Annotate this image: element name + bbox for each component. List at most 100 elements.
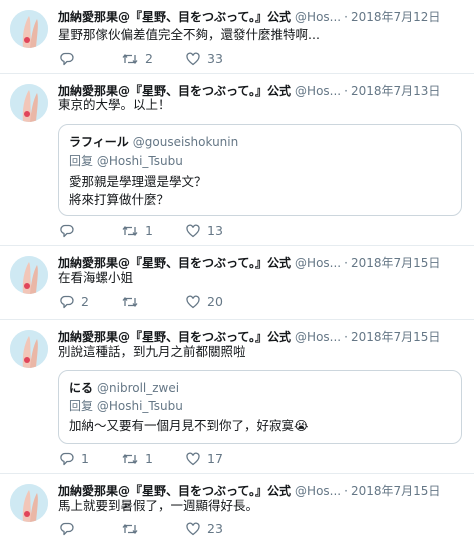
quoted-text-line: 愛那親是學理還是學文？	[69, 174, 207, 189]
reply-icon	[60, 295, 74, 309]
author-name[interactable]: 加納愛那果@『星野、目をつぶって。』公式	[58, 256, 291, 270]
retweet-button[interactable]	[122, 293, 145, 311]
avatar[interactable]	[10, 484, 48, 522]
separator-dot: ·	[344, 330, 348, 344]
reply-prefix: 回复	[69, 399, 94, 413]
reply-icon	[60, 52, 74, 66]
retweet-count: 2	[145, 51, 153, 66]
retweet-count: 1	[145, 451, 153, 466]
tweet-text-line: 別說這種話，到九月之前都關照啦	[58, 344, 246, 359]
tweet-text: 在看海螺小姐	[58, 269, 464, 286]
reply-mention[interactable]: @Hoshi_Tsubu	[97, 399, 183, 413]
separator-dot: ·	[344, 10, 348, 24]
like-icon	[186, 522, 200, 536]
quoted-author-name[interactable]: にる	[69, 381, 93, 395]
tweet-date[interactable]: 2018年7月15日	[351, 256, 440, 270]
author-name[interactable]: 加納愛那果@『星野、目をつぶって。』公式	[58, 484, 291, 498]
retweet-count: 1	[145, 223, 153, 238]
reply-icon	[60, 452, 74, 466]
tweet-text: 別說這種話，到九月之前都關照啦	[58, 343, 464, 360]
quoted-author-name[interactable]: ラフィール	[69, 135, 129, 149]
quoted-tweet[interactable]: ラフィール @gouseishokunin 回复 @Hoshi_Tsubu 愛那親…	[58, 124, 462, 216]
quoted-author: にる @nibroll_zwei	[69, 380, 179, 397]
tweet[interactable]: 加納愛那果@『星野、目をつぶって。』公式 @Hos... · 2018年7月12日 星…	[0, 0, 474, 74]
retweet-icon	[122, 523, 138, 535]
tweet[interactable]: 加納愛那果@『星野、目をつぶって。』公式 @Hos... · 2018年7月15日 馬…	[0, 474, 474, 544]
quoted-author-handle[interactable]: @nibroll_zwei	[97, 381, 179, 395]
tweet-text-line: 在看海螺小姐	[58, 270, 134, 285]
like-count: 23	[207, 521, 223, 536]
tweet-date[interactable]: 2018年7月15日	[351, 484, 440, 498]
like-count: 13	[207, 223, 223, 238]
tweet-text: 東京的大學。以上！	[58, 96, 464, 113]
avatar[interactable]	[10, 330, 48, 368]
author-handle[interactable]: @Hos...	[295, 484, 341, 498]
avatar-image	[10, 84, 48, 122]
like-icon	[186, 224, 200, 238]
tweet-text: 星野那傢伙偏差值完全不夠，還發什麼推特啊...	[58, 26, 464, 43]
avatar-image	[10, 484, 48, 522]
quoted-reply-context: 回复 @Hoshi_Tsubu	[69, 398, 183, 415]
like-button[interactable]: 13	[186, 222, 223, 240]
reply-button[interactable]	[60, 50, 81, 68]
like-button[interactable]: 20	[186, 293, 223, 311]
quoted-reply-context: 回复 @Hoshi_Tsubu	[69, 153, 183, 170]
reply-button[interactable]: 2	[60, 293, 89, 311]
avatar[interactable]	[10, 10, 48, 48]
reply-count: 1	[81, 451, 89, 466]
author-handle[interactable]: @Hos...	[295, 10, 341, 24]
retweet-button[interactable]: 1	[122, 450, 153, 468]
tweet[interactable]: 加納愛那果@『星野、目をつぶって。』公式 @Hos... · 2018年7月15日 別…	[0, 320, 474, 474]
tweet[interactable]: 加納愛那果@『星野、目をつぶって。』公式 @Hos... · 2018年7月13日 東…	[0, 74, 474, 246]
retweet-button[interactable]: 2	[122, 50, 153, 68]
separator-dot: ·	[344, 256, 348, 270]
retweet-button[interactable]	[122, 520, 145, 538]
like-icon	[186, 52, 200, 66]
quoted-author: ラフィール @gouseishokunin	[69, 134, 238, 151]
like-icon	[186, 295, 200, 309]
reply-button[interactable]: 1	[60, 450, 89, 468]
separator-dot: ·	[344, 484, 348, 498]
like-count: 20	[207, 294, 223, 309]
reply-count: 2	[81, 294, 89, 309]
avatar-image	[10, 10, 48, 48]
like-button[interactable]: 17	[186, 450, 223, 468]
author-handle[interactable]: @Hos...	[295, 256, 341, 270]
like-count: 17	[207, 451, 223, 466]
retweet-icon	[122, 453, 138, 465]
reply-mention[interactable]: @Hoshi_Tsubu	[97, 154, 183, 168]
retweet-icon	[122, 53, 138, 65]
tweet-text-line: 星野那傢伙偏差值完全不夠，還發什麼推特啊...	[58, 27, 320, 42]
author-name[interactable]: 加納愛那果@『星野、目をつぶって。』公式	[58, 330, 291, 344]
avatar-image	[10, 330, 48, 368]
author-name[interactable]: 加納愛那果@『星野、目をつぶって。』公式	[58, 10, 291, 24]
like-button[interactable]: 33	[186, 50, 223, 68]
author-handle[interactable]: @Hos...	[295, 330, 341, 344]
quoted-text: 加納～又要有一個月見不到你了，好寂寞😭	[69, 417, 309, 435]
reply-button[interactable]	[60, 520, 81, 538]
avatar-image	[10, 256, 48, 294]
like-count: 33	[207, 51, 223, 66]
quoted-author-handle[interactable]: @gouseishokunin	[133, 135, 238, 149]
tweet[interactable]: 加納愛那果@『星野、目をつぶって。』公式 @Hos... · 2018年7月15日 在…	[0, 246, 474, 320]
quoted-text: 愛那親是學理還是學文？ 將來打算做什麼？	[69, 173, 207, 209]
like-icon	[186, 452, 200, 466]
tweet-text-line: 馬上就要到暑假了，一週顯得好長。	[58, 498, 259, 513]
quoted-text-line: 加納～又要有一個月見不到你了，好寂寞😭	[69, 418, 309, 433]
reply-prefix: 回复	[69, 154, 94, 168]
quoted-tweet[interactable]: にる @nibroll_zwei 回复 @Hoshi_Tsubu 加納～又要有一個…	[58, 370, 462, 444]
quoted-text-line: 將來打算做什麼？	[69, 192, 170, 207]
tweet-date[interactable]: 2018年7月15日	[351, 330, 440, 344]
like-button[interactable]: 23	[186, 520, 223, 538]
tweet-date[interactable]: 2018年7月12日	[351, 10, 440, 24]
avatar[interactable]	[10, 256, 48, 294]
retweet-button[interactable]: 1	[122, 222, 153, 240]
reply-button[interactable]	[60, 222, 81, 240]
tweet-text: 馬上就要到暑假了，一週顯得好長。	[58, 497, 464, 514]
reply-icon	[60, 522, 74, 536]
tweet-text-line: 東京的大學。以上！	[58, 97, 171, 112]
retweet-icon	[122, 225, 138, 237]
reply-icon	[60, 224, 74, 238]
retweet-icon	[122, 296, 138, 308]
avatar[interactable]	[10, 84, 48, 122]
